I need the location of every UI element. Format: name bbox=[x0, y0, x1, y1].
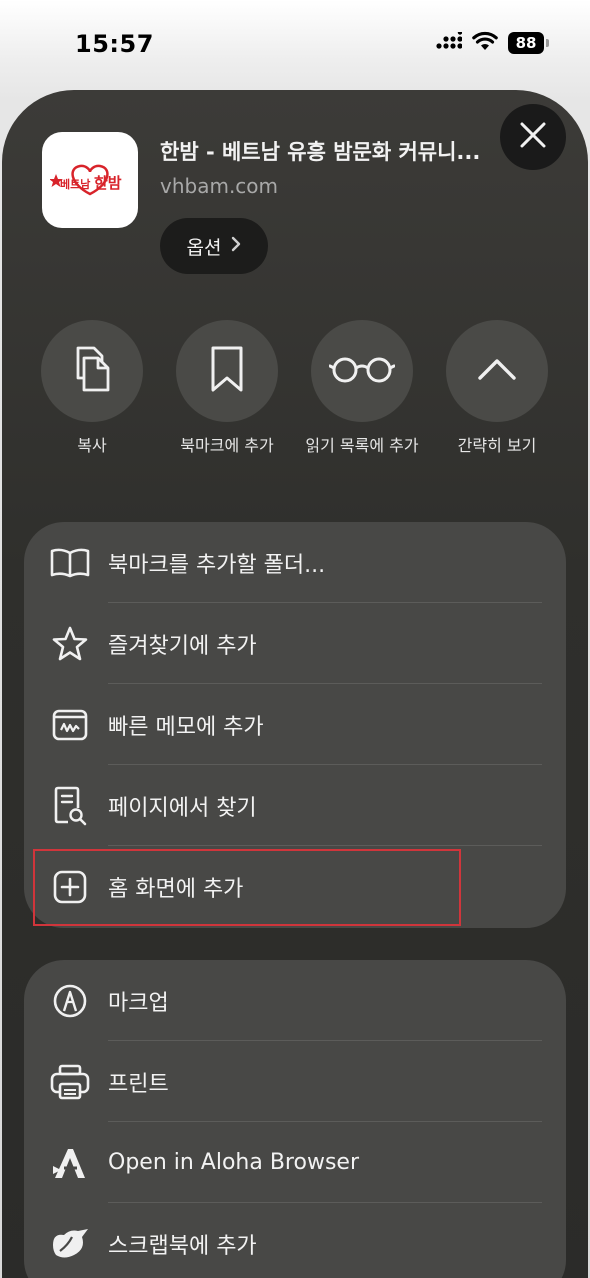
copy-button[interactable] bbox=[41, 320, 143, 422]
book-icon bbox=[50, 543, 90, 583]
reading-list-button[interactable] bbox=[311, 320, 413, 422]
menu-item-print[interactable]: 프린트 bbox=[24, 1041, 566, 1122]
add-bookmark-action[interactable]: 북마크에 추가 bbox=[157, 320, 297, 456]
close-icon bbox=[519, 121, 547, 153]
site-logo: 베트남 한밤 bbox=[42, 132, 138, 228]
menu-label: 즐겨찾기에 추가 bbox=[108, 633, 257, 659]
menu-label: 빠른 메모에 추가 bbox=[108, 714, 264, 740]
scrapbook-icon bbox=[50, 1224, 90, 1264]
chevron-right-icon bbox=[231, 235, 241, 257]
cellular-signal-icon bbox=[436, 30, 463, 54]
menu-label: 스크랩북에 추가 bbox=[108, 1233, 257, 1259]
star-icon bbox=[50, 624, 90, 664]
show-less-button[interactable] bbox=[446, 320, 548, 422]
find-in-page-icon bbox=[50, 786, 90, 826]
menu-group-1: 북마크를 추가할 폴더... 즐겨찾기에 추가 빠른 메모에 추가 페이지에서 … bbox=[24, 522, 566, 928]
menu-group-2: 마크업 프린트 Open in Aloha Browser 스크랩북에 추가 bbox=[24, 960, 566, 1278]
menu-item-bookmark-folder[interactable]: 북마크를 추가할 폴더... bbox=[24, 522, 566, 603]
wifi-icon bbox=[472, 31, 498, 55]
options-button[interactable]: 옵션 bbox=[160, 218, 268, 274]
add-bookmark-label: 북마크에 추가 bbox=[180, 436, 274, 455]
printer-icon bbox=[50, 1062, 90, 1102]
menu-item-quick-note[interactable]: 빠른 메모에 추가 bbox=[24, 684, 566, 765]
site-title: 한밤 - 베트남 유흥 밤문화 커뮤니... bbox=[160, 140, 481, 164]
site-url: vhbam.com bbox=[160, 174, 279, 198]
status-icons: 88 bbox=[436, 30, 549, 55]
copy-label: 복사 bbox=[77, 436, 107, 455]
copy-icon bbox=[70, 344, 114, 398]
close-button[interactable] bbox=[500, 104, 566, 170]
status-bar: 15:57 88 bbox=[0, 0, 590, 88]
battery-icon: 88 bbox=[508, 32, 549, 54]
svg-text:베트남: 베트남 bbox=[60, 177, 90, 191]
menu-item-open-in-aloha[interactable]: Open in Aloha Browser bbox=[24, 1122, 566, 1203]
reading-list-action[interactable]: 읽기 목록에 추가 bbox=[292, 320, 432, 456]
bookmark-icon bbox=[209, 345, 245, 397]
reading-list-label: 읽기 목록에 추가 bbox=[305, 436, 419, 455]
chevron-up-icon bbox=[477, 357, 517, 385]
menu-item-scrapbook[interactable]: 스크랩북에 추가 bbox=[24, 1203, 566, 1278]
copy-action[interactable]: 복사 bbox=[22, 320, 162, 456]
svg-text:한밤: 한밤 bbox=[94, 174, 122, 192]
menu-item-find-in-page[interactable]: 페이지에서 찾기 bbox=[24, 765, 566, 846]
aloha-icon bbox=[50, 1143, 90, 1183]
add-bookmark-button[interactable] bbox=[176, 320, 278, 422]
add-square-icon bbox=[50, 867, 90, 907]
menu-label: 홈 화면에 추가 bbox=[108, 876, 244, 902]
menu-label: 페이지에서 찾기 bbox=[108, 795, 257, 821]
glasses-icon bbox=[328, 354, 396, 388]
menu-item-favorites[interactable]: 즐겨찾기에 추가 bbox=[24, 603, 566, 684]
menu-label: 북마크를 추가할 폴더... bbox=[108, 552, 326, 578]
show-less-label: 간략히 보기 bbox=[457, 436, 537, 455]
menu-item-add-to-home-screen[interactable]: 홈 화면에 추가 bbox=[24, 846, 566, 927]
quick-note-icon bbox=[50, 705, 90, 745]
menu-label: 프린트 bbox=[108, 1071, 169, 1097]
menu-label: Open in Aloha Browser bbox=[108, 1150, 359, 1175]
options-label: 옵션 bbox=[186, 236, 222, 259]
menu-label: 마크업 bbox=[108, 990, 169, 1016]
menu-item-markup[interactable]: 마크업 bbox=[24, 960, 566, 1041]
status-time: 15:57 bbox=[75, 30, 154, 58]
markup-icon bbox=[50, 981, 90, 1021]
show-less-action[interactable]: 간략히 보기 bbox=[427, 320, 567, 456]
share-sheet: 베트남 한밤 한밤 - 베트남 유흥 밤문화 커뮤니... vhbam.com … bbox=[2, 90, 588, 1278]
